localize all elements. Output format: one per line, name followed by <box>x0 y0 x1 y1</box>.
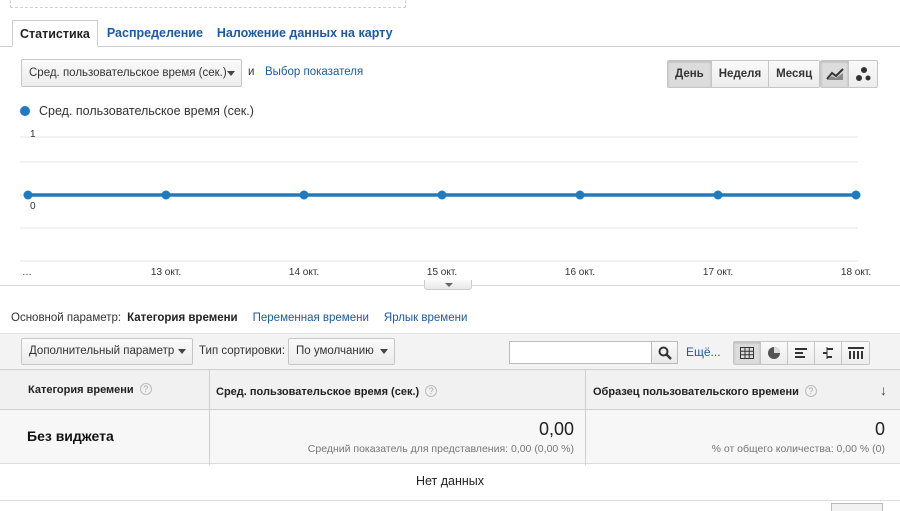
motion-chart-icon <box>856 67 871 81</box>
header-user-time-sample-label: Образец пользовательского времени <box>593 386 799 398</box>
sort-type-label: Тип сортировки: <box>199 345 286 357</box>
avg-user-time-value: 0,00 <box>538 419 574 439</box>
data-point <box>437 190 447 200</box>
line-chart-icon <box>825 68 844 80</box>
tab-map-overlay[interactable]: Наложение данных на карту <box>210 20 400 47</box>
day-button[interactable]: День <box>668 61 712 87</box>
table-search-input[interactable] <box>509 341 652 364</box>
primary-dimension-bar: Основной параметр: Категория времени Пер… <box>11 312 482 324</box>
series-dot-icon <box>20 106 30 116</box>
line-chart: 1 0 … 13 окт. 14 окт. 15 окт. 16 окт. 17 окт. 18… <box>20 129 871 278</box>
header-time-category[interactable]: Категория времени? <box>28 370 152 410</box>
pie-view-icon <box>768 347 780 359</box>
select-metric-link[interactable]: Выбор показателя <box>265 66 363 78</box>
sort-type-select[interactable]: По умолчанию <box>288 338 395 365</box>
help-icon[interactable]: ? <box>139 383 152 395</box>
table-view-button[interactable] <box>734 342 761 364</box>
chart-type-switcher <box>820 60 878 88</box>
motion-chart-button[interactable] <box>849 61 877 87</box>
period-switcher: День Неделя Месяц <box>667 60 821 88</box>
x-tick-label: 16 окт. <box>565 267 595 278</box>
header-avg-user-time-label: Сред. пользовательское время (сек.) <box>216 386 420 398</box>
x-tick-label: 14 окт. <box>289 267 319 278</box>
chart-collapse-handle[interactable] <box>424 280 472 290</box>
table-row: Без виджета 0,00 Средний показатель для … <box>0 410 900 464</box>
sort-arrow-icon[interactable]: ↓ <box>880 370 887 410</box>
data-point <box>161 190 171 200</box>
line-chart-button[interactable] <box>821 61 849 87</box>
user-time-sample-value: 0 <box>874 419 885 439</box>
avg-user-time-subtext: Средний показатель для представления: 0,… <box>307 443 574 455</box>
x-tick-label: 17 окт. <box>703 267 733 278</box>
comparison-view-button[interactable] <box>815 342 842 364</box>
table-view-icon <box>740 347 754 359</box>
row-title: Без виджета <box>27 428 114 444</box>
primary-dimension-label: Основной параметр: <box>11 312 122 324</box>
dimension-time-variable[interactable]: Переменная времени <box>253 312 369 324</box>
user-time-sample-subtext: % от общего количества: 0,00 % (0) <box>711 443 885 455</box>
header-user-time-sample[interactable]: Образец пользовательского времени? <box>593 372 817 412</box>
dimension-time-label[interactable]: Ярлык времени <box>384 312 468 324</box>
metric-select-label: Сред. пользовательское время (сек.) <box>29 67 227 79</box>
comparison-view-icon <box>823 347 833 359</box>
tab-divider <box>0 46 900 47</box>
pivot-view-button[interactable] <box>842 342 869 364</box>
dimension-time-category: Категория времени <box>127 312 238 324</box>
data-point <box>23 190 33 200</box>
header-time-category-label: Категория времени <box>28 384 134 396</box>
pagination-control[interactable] <box>831 503 883 511</box>
tab-statistics[interactable]: Статистика <box>12 20 98 47</box>
performance-view-button[interactable] <box>788 342 815 364</box>
chevron-down-icon <box>380 349 388 354</box>
table-view-switcher <box>733 341 870 365</box>
table-header: Категория времени? Сред. пользовательско… <box>0 369 900 410</box>
search-icon <box>658 346 672 360</box>
chevron-down-icon <box>227 71 235 76</box>
data-point <box>851 190 861 200</box>
help-icon[interactable]: ? <box>804 385 817 397</box>
y-tick-label: 0 <box>30 201 36 212</box>
dashed-placeholder <box>10 0 406 8</box>
more-link[interactable]: Ещё... <box>686 345 721 359</box>
no-data-message: Нет данных <box>0 465 900 501</box>
header-avg-user-time[interactable]: Сред. пользовательское время (сек.)? <box>216 372 438 412</box>
data-point <box>575 190 585 200</box>
performance-view-icon <box>795 348 807 358</box>
metric-select[interactable]: Сред. пользовательское время (сек.) <box>21 59 242 87</box>
x-tick-label: 15 окт. <box>427 267 457 278</box>
x-tick-label: … <box>22 267 32 278</box>
y-tick-label: 1 <box>30 129 36 140</box>
tab-distribution[interactable]: Распределение <box>100 20 210 47</box>
data-point <box>299 190 309 200</box>
secondary-dimension-select[interactable]: Дополнительный параметр <box>21 338 193 365</box>
column-divider <box>585 369 586 465</box>
data-point <box>713 190 723 200</box>
week-button[interactable]: Неделя <box>711 61 770 87</box>
and-label: и <box>248 66 255 78</box>
chart-legend: Сред. пользовательское время (сек.) <box>20 104 254 118</box>
help-icon[interactable]: ? <box>425 385 438 397</box>
x-tick-label: 18 окт. <box>841 267 871 278</box>
pie-view-button[interactable] <box>761 342 788 364</box>
secondary-dimension-label: Дополнительный параметр <box>29 345 175 357</box>
search-button[interactable] <box>651 341 678 364</box>
report-tabs: Статистика Распределение Наложение данны… <box>12 20 400 47</box>
month-button[interactable]: Месяц <box>769 61 820 87</box>
chevron-down-icon <box>178 349 186 354</box>
x-tick-label: 13 окт. <box>151 267 181 278</box>
pivot-view-icon <box>847 347 864 359</box>
legend-label: Сред. пользовательское время (сек.) <box>39 104 254 118</box>
column-divider <box>209 369 210 465</box>
sort-type-value: По умолчанию <box>296 345 374 357</box>
